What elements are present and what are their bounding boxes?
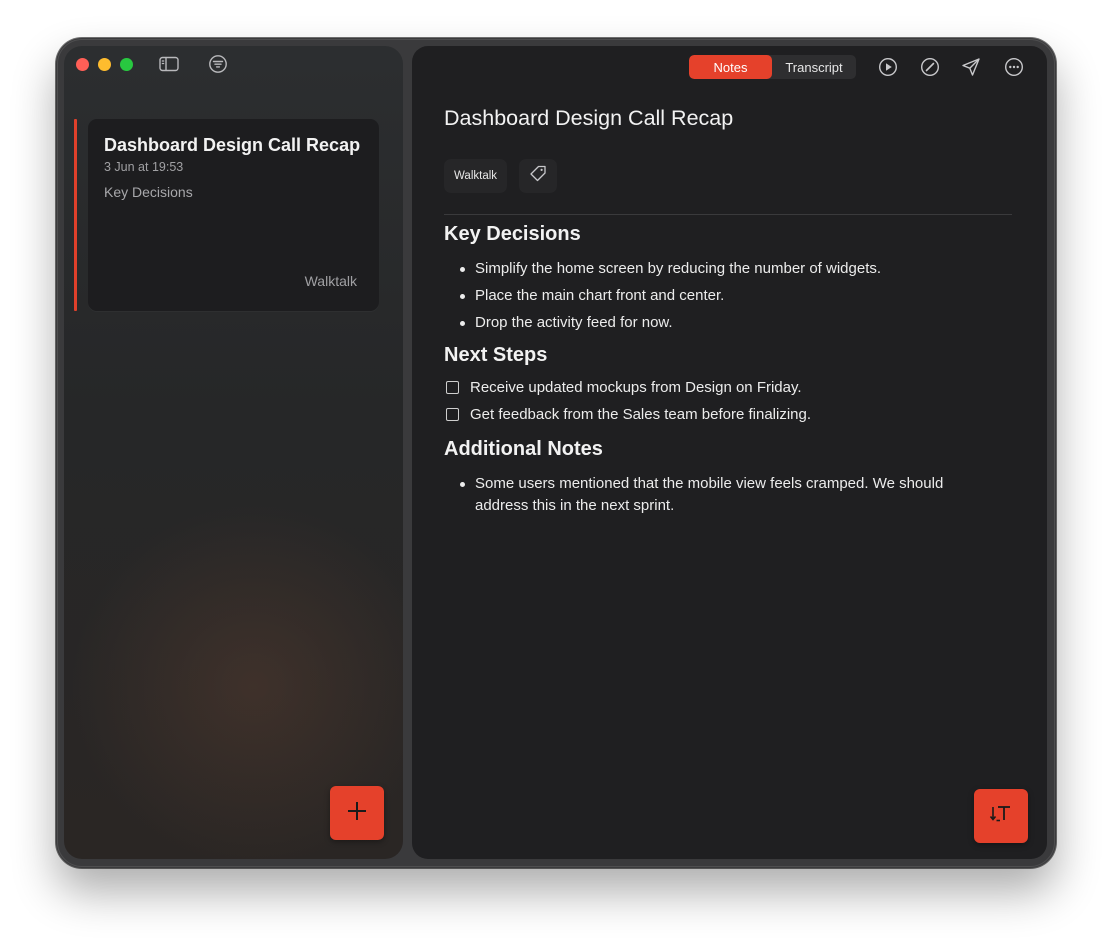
sidebar: Dashboard Design Call Recap 3 Jun at 19:… bbox=[64, 46, 403, 859]
sort-text-icon bbox=[989, 804, 1013, 829]
note-detail-panel: Notes Transcript Dashboard Design Call R… bbox=[412, 46, 1047, 859]
app-window: Dashboard Design Call Recap 3 Jun at 19:… bbox=[56, 38, 1056, 868]
note-card[interactable]: Dashboard Design Call Recap 3 Jun at 19:… bbox=[88, 119, 379, 311]
view-switcher: Notes Transcript bbox=[689, 55, 856, 79]
section-heading-additional-notes: Additional Notes bbox=[444, 438, 603, 460]
section-heading-key-decisions: Key Decisions bbox=[444, 223, 581, 245]
sort-text-button[interactable] bbox=[974, 789, 1028, 843]
sidebar-icon[interactable] bbox=[158, 54, 180, 74]
close-window-button[interactable] bbox=[76, 58, 89, 71]
todo-checkbox[interactable] bbox=[446, 381, 459, 394]
todo-text: Receive updated mockups from Design on F… bbox=[470, 379, 802, 396]
note-card-tag: Walktalk bbox=[304, 273, 357, 289]
todo-checkbox[interactable] bbox=[446, 408, 459, 421]
add-tag-button[interactable] bbox=[519, 159, 557, 193]
tab-transcript[interactable]: Transcript bbox=[772, 55, 856, 79]
section-heading-next-steps: Next Steps bbox=[444, 344, 548, 366]
more-icon[interactable] bbox=[1003, 56, 1025, 78]
tag-chip[interactable]: Walktalk bbox=[444, 159, 508, 193]
note-card-snippet: Key Decisions bbox=[104, 184, 193, 200]
list-item: Place the main chart front and center. bbox=[459, 285, 724, 307]
list-item: Drop the activity feed for now. bbox=[460, 312, 673, 334]
todo-text: Get feedback from the Sales team before … bbox=[470, 406, 812, 423]
window-controls bbox=[76, 58, 133, 71]
note-title[interactable]: Dashboard Design Call Recap bbox=[444, 106, 733, 131]
compass-icon[interactable] bbox=[919, 56, 941, 78]
list-item: Simplify the home screen by reducing the… bbox=[459, 258, 881, 280]
add-note-button[interactable] bbox=[330, 786, 384, 840]
note-card-title: Dashboard Design Call Recap bbox=[104, 135, 361, 155]
send-icon[interactable] bbox=[960, 56, 982, 78]
note-card-date: 3 Jun at 19:53 bbox=[104, 160, 184, 174]
list-item: Some users mentioned that the mobile vie… bbox=[460, 473, 981, 517]
tab-notes[interactable]: Notes bbox=[689, 55, 772, 79]
zoom-window-button[interactable] bbox=[120, 58, 133, 71]
selected-card-indicator bbox=[74, 119, 77, 311]
todo-item: Receive updated mockups from Design on F… bbox=[446, 379, 802, 396]
todo-item: Get feedback from the Sales team before … bbox=[446, 406, 811, 423]
tag-icon bbox=[529, 165, 547, 188]
play-icon[interactable] bbox=[877, 56, 899, 78]
divider bbox=[444, 214, 1012, 215]
minimize-window-button[interactable] bbox=[98, 58, 111, 71]
filter-icon[interactable] bbox=[207, 54, 229, 74]
plus-icon bbox=[346, 800, 368, 827]
